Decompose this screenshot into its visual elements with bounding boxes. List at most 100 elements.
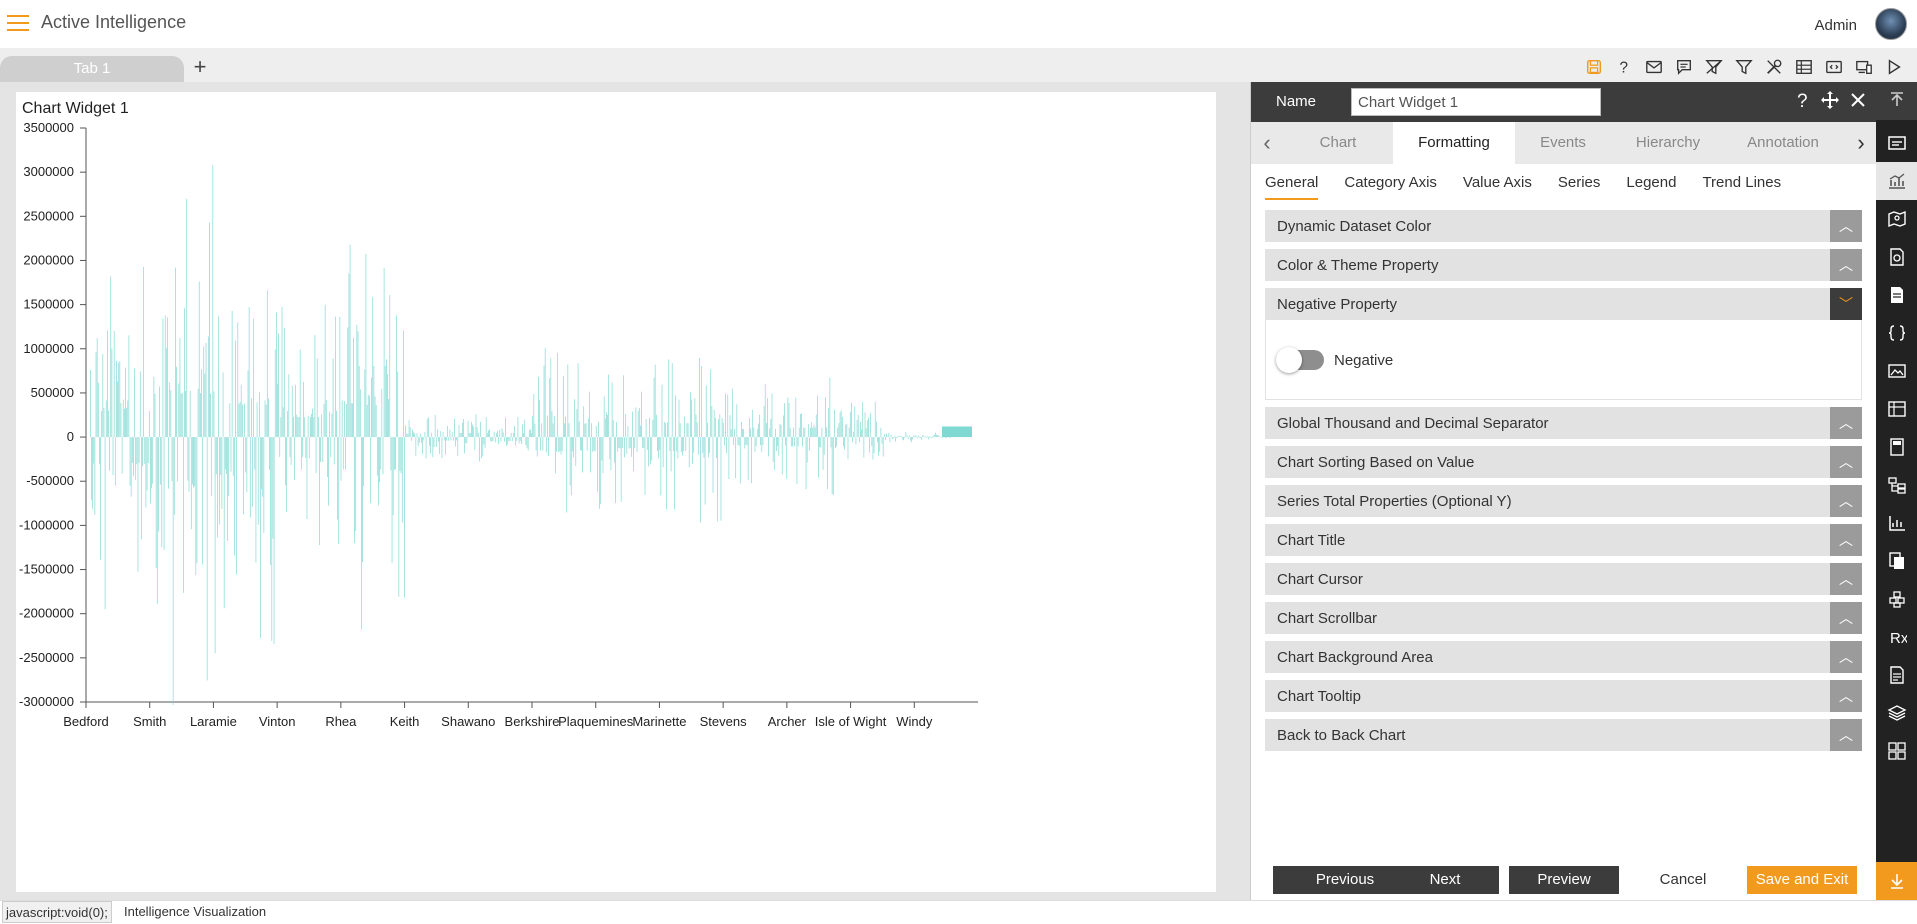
collapse-down-icon[interactable] <box>1876 862 1917 900</box>
bar[interactable] <box>812 427 814 438</box>
bar[interactable] <box>516 437 518 442</box>
bar[interactable] <box>586 437 588 451</box>
bar[interactable] <box>397 371 399 438</box>
bar[interactable] <box>710 369 712 438</box>
bar[interactable] <box>389 294 391 438</box>
bar[interactable] <box>112 437 114 476</box>
bar[interactable] <box>324 304 326 438</box>
bar[interactable] <box>357 331 359 438</box>
bar[interactable] <box>759 414 760 438</box>
bar[interactable] <box>468 432 470 438</box>
bar[interactable] <box>378 437 379 506</box>
bar[interactable] <box>937 435 938 438</box>
bar[interactable] <box>920 437 921 438</box>
bar[interactable] <box>521 437 522 444</box>
bar[interactable] <box>638 408 640 438</box>
bar[interactable] <box>380 437 382 470</box>
chevron-up-icon[interactable]: ︿ <box>1830 407 1862 439</box>
code-braces-icon[interactable] <box>1876 314 1917 352</box>
bar[interactable] <box>831 437 833 495</box>
bar[interactable] <box>364 369 366 438</box>
bar[interactable] <box>281 306 283 438</box>
bar[interactable] <box>160 437 161 485</box>
bar[interactable] <box>486 433 488 438</box>
bar[interactable] <box>308 437 310 459</box>
bar[interactable] <box>369 395 370 438</box>
bar[interactable] <box>519 437 521 442</box>
bar[interactable] <box>133 437 134 477</box>
map-widget-icon[interactable] <box>1876 200 1917 238</box>
bar[interactable] <box>514 426 515 438</box>
bar[interactable] <box>531 433 532 438</box>
bar[interactable] <box>945 437 946 439</box>
bar[interactable] <box>738 437 740 446</box>
table-icon[interactable] <box>1793 56 1815 78</box>
bar[interactable] <box>591 423 592 438</box>
bar[interactable] <box>888 432 890 438</box>
chevron-left-icon[interactable]: ‹ <box>1251 122 1283 164</box>
move-icon[interactable] <box>1819 90 1841 112</box>
bar[interactable] <box>915 435 917 438</box>
bar[interactable] <box>503 437 505 442</box>
tab-events[interactable]: Events <box>1515 122 1611 164</box>
bar[interactable] <box>412 429 413 438</box>
bar[interactable] <box>209 222 210 438</box>
bar[interactable] <box>119 361 121 438</box>
chart-widget[interactable]: Chart Widget 1 3500000 3000000 2500000 2000… <box>16 92 1216 892</box>
bar[interactable] <box>795 397 797 438</box>
bar[interactable] <box>414 433 416 438</box>
bar[interactable] <box>924 436 926 438</box>
bar[interactable] <box>907 437 909 440</box>
bar[interactable] <box>392 437 394 516</box>
bar[interactable] <box>661 384 663 438</box>
bar[interactable] <box>594 437 596 452</box>
bar[interactable] <box>627 426 629 438</box>
bar[interactable] <box>399 437 401 472</box>
bar[interactable] <box>679 423 681 438</box>
bar[interactable] <box>153 376 155 438</box>
bar[interactable] <box>792 437 793 447</box>
bar[interactable] <box>696 422 698 438</box>
bar[interactable] <box>526 437 528 448</box>
bar[interactable] <box>401 437 403 523</box>
bar[interactable] <box>773 437 775 470</box>
bar[interactable] <box>156 437 158 604</box>
bar[interactable] <box>632 411 633 438</box>
bar[interactable] <box>212 164 214 438</box>
bar[interactable] <box>869 437 870 453</box>
bar[interactable] <box>492 437 494 442</box>
bar[interactable] <box>846 424 848 438</box>
cancel-button[interactable]: Cancel <box>1627 866 1739 894</box>
clear-filter-icon[interactable] <box>1703 56 1725 78</box>
bar[interactable] <box>483 437 485 445</box>
bar[interactable] <box>624 437 625 458</box>
bar[interactable] <box>811 422 813 438</box>
bar[interactable] <box>609 437 611 460</box>
bar[interactable] <box>804 427 806 438</box>
copy-widget-icon[interactable] <box>1876 542 1917 580</box>
bar[interactable] <box>619 437 621 449</box>
bar[interactable] <box>612 420 614 438</box>
negative-toggle[interactable] <box>1276 347 1324 373</box>
bar[interactable] <box>652 420 654 438</box>
bar[interactable] <box>786 437 788 479</box>
bar[interactable] <box>931 437 933 438</box>
bar[interactable] <box>798 427 800 438</box>
bar[interactable] <box>229 403 231 438</box>
bar[interactable] <box>473 426 475 438</box>
bar[interactable] <box>747 437 749 480</box>
bar[interactable] <box>440 431 442 438</box>
bar[interactable] <box>346 404 348 438</box>
bar[interactable] <box>295 384 296 438</box>
bar[interactable] <box>910 437 911 441</box>
bar[interactable] <box>848 427 850 438</box>
bar[interactable] <box>282 407 284 438</box>
bar[interactable] <box>205 342 207 438</box>
bar[interactable] <box>555 437 556 474</box>
bar[interactable] <box>852 437 853 443</box>
text-doc-icon[interactable] <box>1876 656 1917 694</box>
bar[interactable] <box>202 437 203 565</box>
bar[interactable] <box>768 437 769 457</box>
bar[interactable] <box>878 437 879 456</box>
bar[interactable] <box>136 437 138 465</box>
